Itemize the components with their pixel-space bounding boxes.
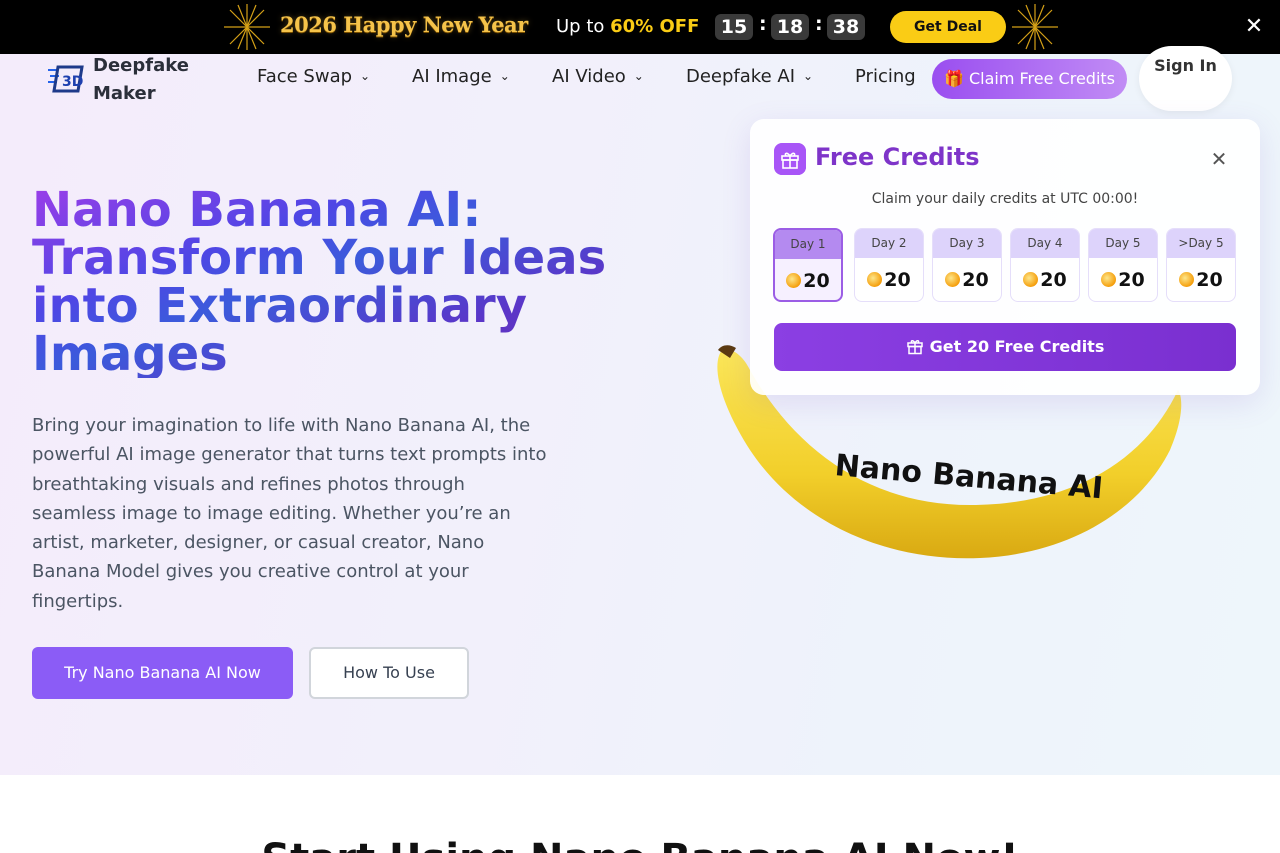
nav-pricing[interactable]: Pricing bbox=[855, 66, 916, 87]
chevron-down-icon: ⌄ bbox=[803, 69, 814, 83]
coin-icon bbox=[1101, 272, 1117, 287]
day-credits: 20 bbox=[1196, 269, 1223, 291]
day-credits: 20 bbox=[962, 269, 989, 291]
coin-icon bbox=[1179, 272, 1195, 287]
close-icon[interactable]: ✕ bbox=[1206, 146, 1232, 172]
day-2-card[interactable]: Day 2 20 bbox=[854, 228, 924, 302]
day-credits: 20 bbox=[884, 269, 911, 291]
day-value: 20 bbox=[855, 258, 923, 301]
day-value: 20 bbox=[933, 258, 1001, 301]
gift-icon bbox=[774, 143, 806, 175]
promo-offer-prefix: Up to bbox=[556, 16, 605, 37]
day-label: Day 3 bbox=[933, 229, 1001, 258]
coin-icon bbox=[867, 272, 883, 287]
day-label: Day 2 bbox=[855, 229, 923, 258]
get-deal-button[interactable]: Get Deal bbox=[890, 11, 1006, 43]
day-1-card[interactable]: Day 1 20 bbox=[773, 228, 843, 302]
firework-icon bbox=[1012, 4, 1058, 50]
countdown-hours: 15 bbox=[715, 14, 753, 40]
brand-name[interactable]: Deepfake Maker bbox=[93, 52, 213, 108]
get-free-credits-label: Get 20 Free Credits bbox=[929, 337, 1105, 356]
coin-icon bbox=[945, 272, 961, 287]
countdown-seconds: 38 bbox=[827, 14, 865, 40]
hero-description: Bring your imagination to life with Nano… bbox=[32, 415, 547, 612]
try-now-button[interactable]: Try Nano Banana AI Now bbox=[32, 647, 293, 699]
coin-icon bbox=[1023, 272, 1039, 287]
nav-label: AI Video bbox=[552, 66, 626, 87]
day-credits: 20 bbox=[1040, 269, 1067, 291]
day-4-card[interactable]: Day 4 20 bbox=[1010, 228, 1080, 302]
countdown-separator: : bbox=[759, 13, 767, 35]
nav-label: AI Image bbox=[412, 66, 492, 87]
popup-title: Free Credits bbox=[815, 143, 980, 171]
chevron-down-icon: ⌄ bbox=[360, 69, 371, 83]
popup-subtitle: Claim your daily credits at UTC 00:00! bbox=[871, 191, 1139, 207]
firework-icon bbox=[224, 4, 270, 50]
day-label: Day 4 bbox=[1011, 229, 1079, 258]
nav-label: Deepfake AI bbox=[686, 66, 796, 87]
logo-icon[interactable]: 3D bbox=[48, 64, 84, 94]
day-value: 20 bbox=[775, 259, 841, 300]
promo-bar: 2026 Happy New Year Up to 60% OFF 15 : 1… bbox=[0, 0, 1280, 54]
day-over-5-card[interactable]: >Day 5 20 bbox=[1166, 228, 1236, 302]
gift-icon bbox=[906, 340, 923, 355]
day-value: 20 bbox=[1089, 258, 1157, 301]
coin-icon bbox=[786, 273, 802, 288]
chevron-down-icon: ⌄ bbox=[633, 69, 644, 83]
nav-label: Face Swap bbox=[257, 66, 353, 87]
get-free-credits-button[interactable]: Get 20 Free Credits bbox=[774, 323, 1236, 371]
hero-title: Nano Banana AI: Transform Your Ideas int… bbox=[32, 186, 672, 378]
day-credits: 20 bbox=[1118, 269, 1145, 291]
section-title: Start Using Nano Banana AI Now! bbox=[0, 836, 1280, 853]
svg-text:3D: 3D bbox=[62, 74, 83, 90]
day-credits: 20 bbox=[803, 270, 830, 292]
countdown-separator: : bbox=[815, 13, 823, 35]
day-value: 20 bbox=[1167, 258, 1235, 301]
chevron-down-icon: ⌄ bbox=[499, 69, 510, 83]
nav-deepfake-ai[interactable]: Deepfake AI ⌄ bbox=[686, 66, 813, 87]
nav-face-swap[interactable]: Face Swap ⌄ bbox=[257, 66, 370, 87]
day-label: >Day 5 bbox=[1167, 229, 1235, 258]
claim-free-credits-button[interactable]: 🎁 Claim Free Credits bbox=[932, 59, 1127, 99]
close-icon[interactable]: ✕ bbox=[1242, 15, 1266, 39]
day-label: Day 5 bbox=[1089, 229, 1157, 258]
promo-offer-highlight: 60% OFF bbox=[610, 16, 700, 37]
day-value: 20 bbox=[1011, 258, 1079, 301]
nav-ai-image[interactable]: AI Image ⌄ bbox=[412, 66, 510, 87]
nav-label: Pricing bbox=[855, 66, 916, 87]
promo-offer: Up to 60% OFF bbox=[556, 16, 699, 37]
day-label: Day 1 bbox=[775, 230, 841, 259]
day-3-card[interactable]: Day 3 20 bbox=[932, 228, 1002, 302]
nav-ai-video[interactable]: AI Video ⌄ bbox=[552, 66, 644, 87]
sign-in-button[interactable]: Sign In bbox=[1139, 46, 1232, 111]
promo-title: 2026 Happy New Year bbox=[280, 12, 528, 37]
countdown-minutes: 18 bbox=[771, 14, 809, 40]
how-to-use-button[interactable]: How To Use bbox=[309, 647, 469, 699]
day-5-card[interactable]: Day 5 20 bbox=[1088, 228, 1158, 302]
